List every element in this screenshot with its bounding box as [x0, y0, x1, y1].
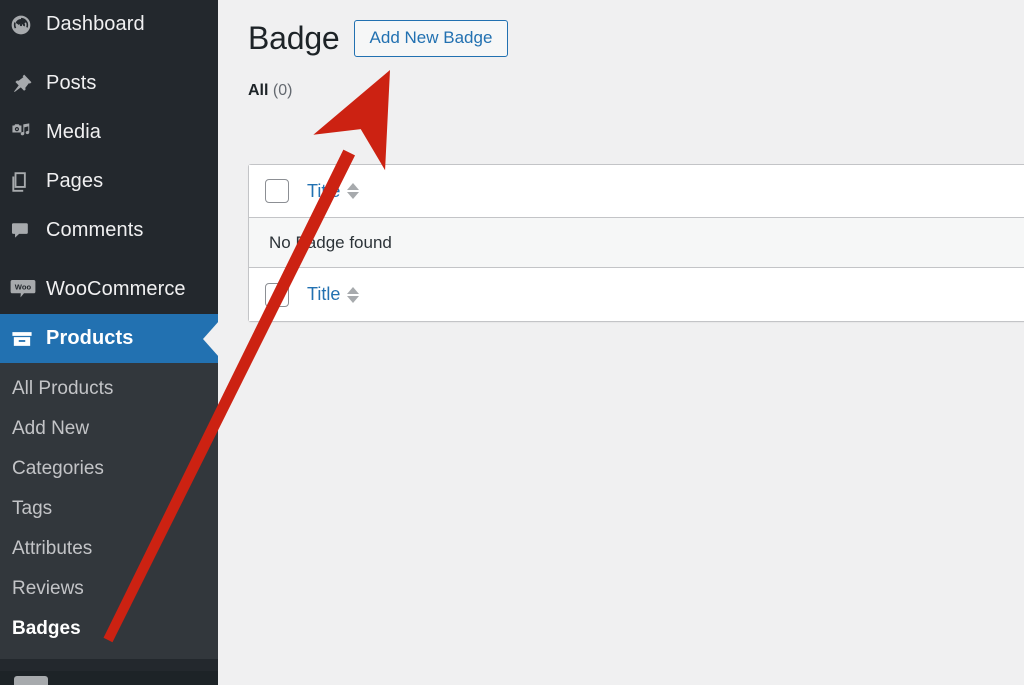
page-header: Badge Add New Badge	[218, 0, 1024, 60]
main-content: Badge Add New Badge All (0) Title No Bad…	[218, 0, 1024, 685]
filter-all-count: (0)	[272, 81, 293, 99]
svg-text:Woo: Woo	[15, 282, 32, 291]
sort-indicator-icon[interactable]	[347, 286, 360, 303]
submenu-item-add-new[interactable]: Add New	[0, 409, 218, 449]
sidebar-item-label: WooCommerce	[46, 278, 186, 300]
sidebar-item-media[interactable]: Media	[0, 108, 218, 157]
screen: Dashboard Posts Media Pages Comments Woo…	[0, 0, 1024, 685]
comments-icon	[10, 220, 46, 242]
filter-all-link[interactable]: All	[248, 82, 268, 99]
sidebar-item-woocommerce[interactable]: Woo WooCommerce	[0, 265, 218, 314]
table-footer-row: Title	[249, 268, 1024, 321]
sidebar-item-comments[interactable]: Comments	[0, 206, 218, 255]
column-header-title[interactable]: Title	[307, 180, 360, 202]
add-new-badge-button[interactable]: Add New Badge	[353, 20, 509, 58]
sidebar-item-posts[interactable]: Posts	[0, 59, 218, 108]
pin-icon	[10, 73, 46, 95]
submenu-item-all-products[interactable]: All Products	[0, 369, 218, 409]
submenu-item-badges[interactable]: Badges	[0, 609, 218, 649]
sidebar-item-label: Media	[46, 121, 101, 143]
current-menu-pointer-icon	[203, 320, 219, 357]
sidebar-item-label: Dashboard	[46, 13, 145, 35]
collapse-menu-icon[interactable]	[14, 676, 48, 685]
submenu-item-categories[interactable]: Categories	[0, 449, 218, 489]
woocommerce-icon: Woo	[10, 278, 46, 302]
empty-state-message: No Badge found	[269, 232, 392, 252]
products-icon	[10, 327, 46, 351]
sidebar-item-pages[interactable]: Pages	[0, 157, 218, 206]
products-submenu: All Products Add New Categories Tags Att…	[0, 363, 218, 659]
empty-state-row: No Badge found	[249, 218, 1024, 268]
sort-indicator-icon[interactable]	[347, 183, 360, 199]
submenu-item-tags[interactable]: Tags	[0, 489, 218, 529]
column-header-title-label: Title	[307, 180, 341, 201]
collapse-menu-bar[interactable]	[0, 671, 218, 685]
admin-sidebar: Dashboard Posts Media Pages Comments Woo…	[0, 0, 219, 685]
sidebar-item-dashboard[interactable]: Dashboard	[0, 0, 218, 49]
media-icon	[10, 122, 46, 144]
select-all-checkbox-footer[interactable]	[265, 282, 289, 307]
sidebar-item-label: Posts	[46, 72, 97, 94]
table-header-row: Title	[249, 165, 1024, 218]
submenu-item-reviews[interactable]: Reviews	[0, 569, 218, 609]
dashboard-icon	[10, 14, 46, 36]
sidebar-item-label: Comments	[46, 219, 144, 241]
column-footer-title[interactable]: Title	[307, 284, 360, 305]
submenu-item-attributes[interactable]: Attributes	[0, 529, 218, 569]
sidebar-item-products[interactable]: Products	[0, 314, 219, 363]
sidebar-item-label: Pages	[46, 170, 104, 192]
column-footer-title-label: Title	[307, 284, 341, 304]
badges-list-table: Title No Badge found Title	[248, 164, 1024, 322]
pages-icon	[10, 171, 46, 193]
select-all-checkbox[interactable]	[265, 179, 289, 203]
status-filter-list: All (0)	[248, 82, 1024, 100]
page-title: Badge	[248, 20, 340, 56]
sidebar-item-label: Products	[46, 327, 134, 349]
